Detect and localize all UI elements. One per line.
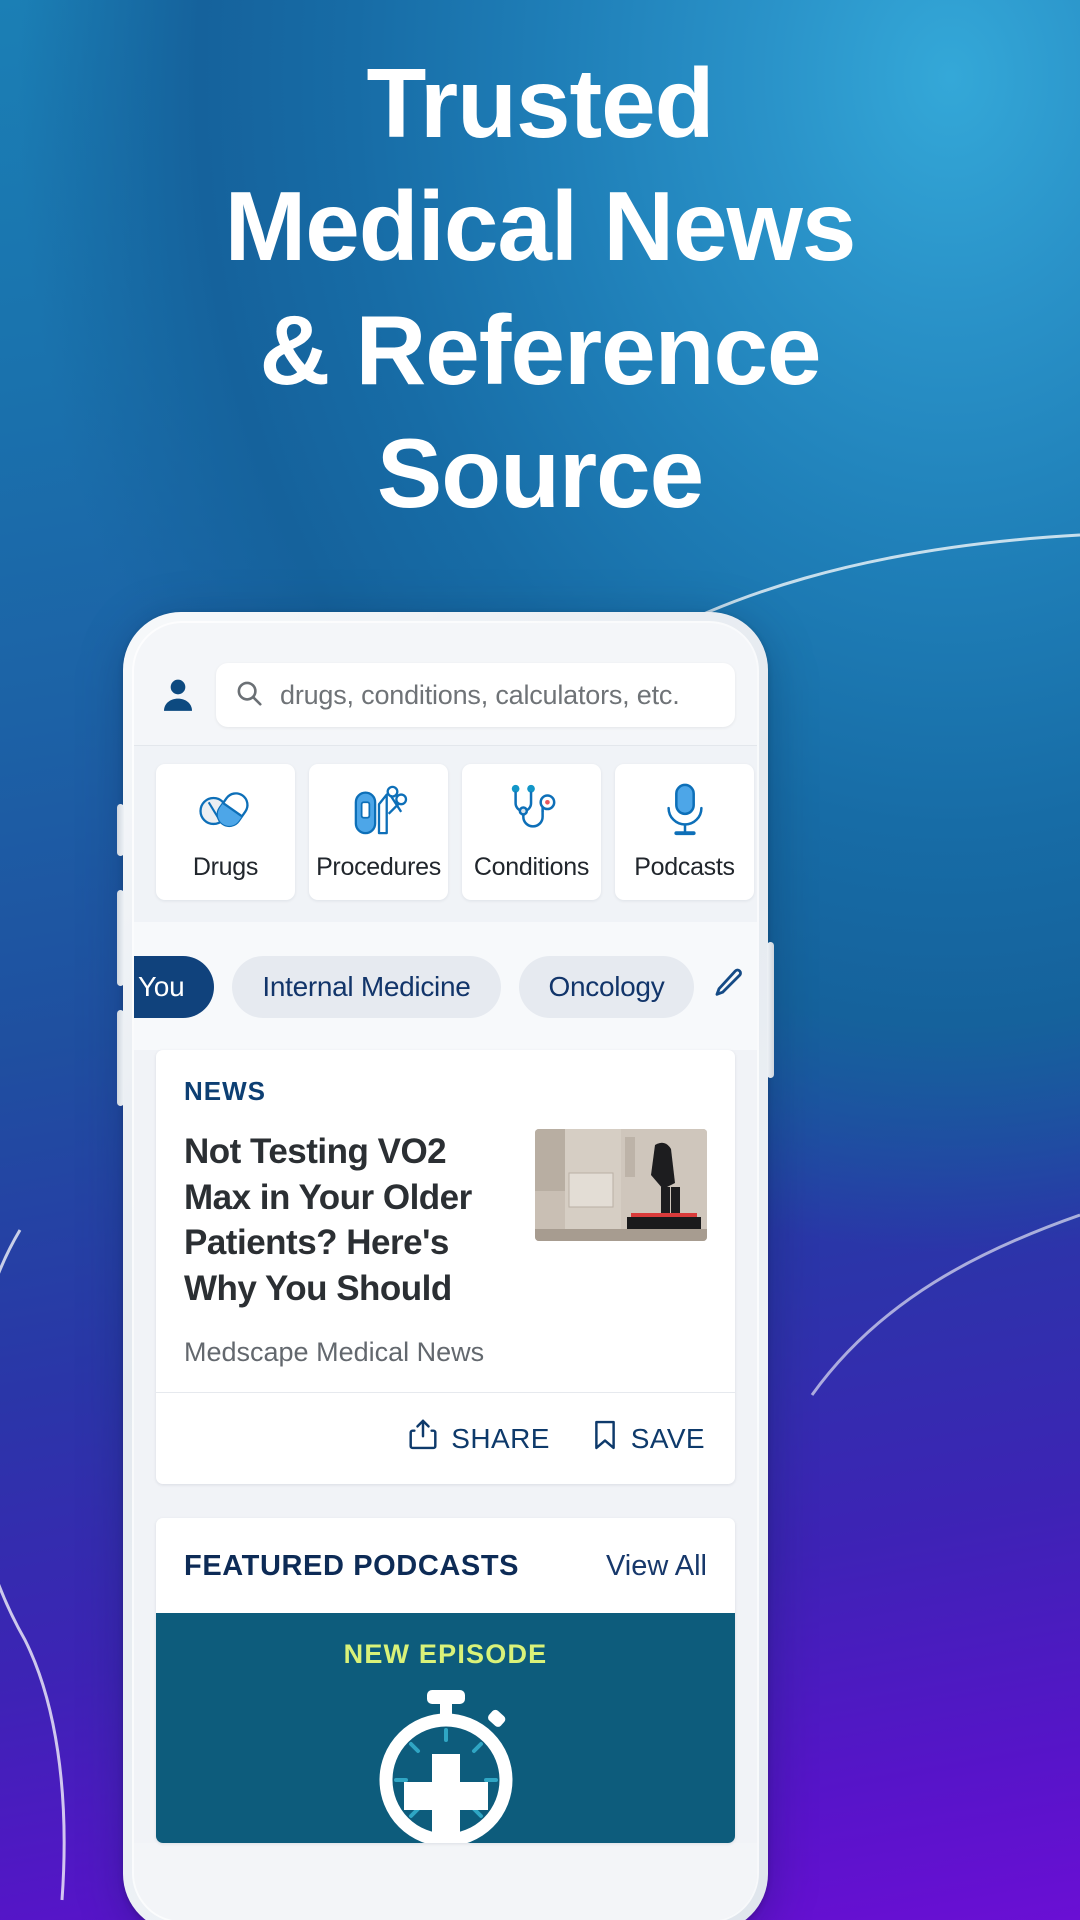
- chip-label: Oncology: [548, 971, 665, 1002]
- search-icon: [234, 678, 264, 713]
- hero-line-2: Medical News: [224, 171, 857, 282]
- podcast-banner[interactable]: NEW EPISODE: [156, 1613, 735, 1843]
- phone-frame: drugs, conditions, calculators, etc. Dru…: [117, 612, 774, 1920]
- tile-label: Drugs: [192, 852, 259, 881]
- volume-down-button[interactable]: [117, 1010, 124, 1106]
- phone-mockup: drugs, conditions, calculators, etc. Dru…: [117, 612, 774, 1920]
- search-placeholder-text: drugs, conditions, calculators, etc.: [280, 679, 680, 710]
- app-header: drugs, conditions, calculators, etc.: [134, 623, 757, 746]
- person-icon[interactable]: [156, 672, 200, 718]
- bookmark-icon: [592, 1419, 618, 1458]
- tile-label: Procedures: [316, 852, 441, 881]
- volume-up-button[interactable]: [117, 890, 124, 986]
- tile-label: Conditions: [473, 852, 590, 881]
- edit-topics-button[interactable]: Edit Topics: [712, 966, 757, 1008]
- topic-chips-row[interactable]: You Internal Medicine Oncology Edit Topi…: [134, 922, 757, 1050]
- hero-line-4: Source: [376, 418, 704, 529]
- microphone-icon: [663, 783, 707, 837]
- stopwatch-cross-icon: [361, 1688, 531, 1843]
- chip-internal-medicine[interactable]: Internal Medicine: [232, 956, 501, 1018]
- view-all-link[interactable]: View All: [606, 1550, 707, 1583]
- stethoscope-icon: [505, 783, 559, 837]
- pills-icon: [195, 783, 257, 837]
- scalpel-scissors-icon: [350, 783, 408, 837]
- hero-line-1: Trusted: [366, 48, 715, 158]
- chip-you[interactable]: You: [134, 956, 215, 1018]
- news-title: Not Testing VO2 Max in Your Older Patien…: [184, 1132, 472, 1308]
- news-card[interactable]: NEWS Not Testing VO2 Max in Your Older P…: [156, 1050, 735, 1484]
- save-label: SAVE: [630, 1422, 705, 1454]
- news-thumbnail: [535, 1129, 707, 1241]
- news-source: Medscape Medical News: [184, 1337, 485, 1367]
- phone-screen: drugs, conditions, calculators, etc. Dru…: [134, 623, 757, 1920]
- chip-oncology[interactable]: Oncology: [518, 956, 695, 1018]
- tile-procedures[interactable]: Procedures: [309, 764, 448, 900]
- featured-podcasts-title: FEATURED PODCASTS: [184, 1550, 520, 1582]
- pencil-icon: [712, 966, 746, 1008]
- share-button[interactable]: SHARE: [408, 1419, 549, 1458]
- tile-label: Podcasts: [634, 852, 735, 881]
- save-button[interactable]: SAVE: [592, 1419, 705, 1458]
- news-card-actions: SHARE SAVE: [156, 1392, 735, 1484]
- hero-headline: Trusted Medical News & Reference Source: [0, 42, 1080, 536]
- news-kicker: NEWS: [184, 1076, 266, 1106]
- chip-label: You: [138, 971, 185, 1002]
- silent-switch[interactable]: [117, 804, 124, 856]
- featured-podcasts-card[interactable]: FEATURED PODCASTS View All NEW EPISODE: [156, 1518, 735, 1843]
- power-button[interactable]: [767, 942, 774, 1078]
- tile-conditions[interactable]: Conditions: [462, 764, 601, 900]
- share-label: SHARE: [451, 1422, 550, 1454]
- featured-podcasts-header: FEATURED PODCASTS View All: [156, 1518, 735, 1613]
- tile-drugs[interactable]: Drugs: [156, 764, 295, 900]
- chip-label: Internal Medicine: [262, 971, 471, 1002]
- category-tiles-strip[interactable]: Drugs Procedures Conditions Podcasts: [134, 746, 757, 922]
- hero-line-3: & Reference: [259, 294, 822, 405]
- feed-content: NEWS Not Testing VO2 Max in Your Older P…: [134, 1050, 757, 1843]
- tile-podcasts[interactable]: Podcasts: [615, 764, 754, 900]
- new-episode-badge: NEW EPISODE: [343, 1639, 548, 1669]
- share-icon: [408, 1419, 438, 1458]
- search-input[interactable]: drugs, conditions, calculators, etc.: [216, 663, 735, 727]
